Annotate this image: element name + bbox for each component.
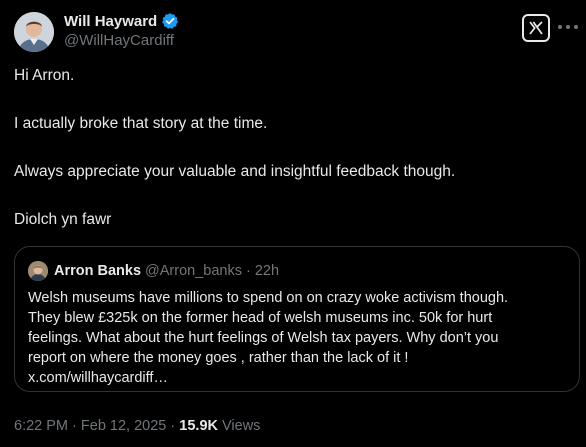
quote-link[interactable]: x.com/willhaycardiff… xyxy=(28,368,568,388)
more-dot xyxy=(558,25,562,29)
tweet-paragraph: Always appreciate your valuable and insi… xyxy=(14,163,456,180)
author-name[interactable]: Will Hayward xyxy=(64,13,157,30)
quote-timestamp[interactable]: 22h xyxy=(255,263,279,279)
author-name-row[interactable]: Will Hayward xyxy=(64,12,179,30)
tweet-paragraph: Hi Arron. xyxy=(14,67,75,84)
quote-text: Welsh museums have millions to spend on … xyxy=(28,288,568,388)
quote-author-name[interactable]: Arron Banks xyxy=(54,263,141,279)
post-time[interactable]: 6:22 PM xyxy=(14,418,68,434)
author-avatar[interactable] xyxy=(14,12,54,52)
quoted-tweet[interactable]: Arron Banks @Arron_banks · 22h Welsh mus… xyxy=(14,246,580,392)
meta-separator: · xyxy=(72,418,77,434)
views-count[interactable]: 15.9K xyxy=(179,418,218,434)
views-label: Views xyxy=(222,418,261,434)
x-logo-icon[interactable] xyxy=(522,14,550,42)
quote-line: Welsh museums have millions to spend on … xyxy=(28,290,509,306)
quote-line: feelings. What about the hurt feelings o… xyxy=(28,330,499,346)
tweet-paragraph: Diolch yn fawr xyxy=(14,211,112,228)
more-icon[interactable] xyxy=(558,20,578,34)
quote-line: report on where the money goes , rather … xyxy=(28,350,409,366)
tweet-paragraph: I actually broke that story at the time. xyxy=(14,115,268,132)
tweet-text: Hi Arron. I actually broke that story at… xyxy=(14,66,574,258)
author-handle[interactable]: @WillHayCardiff xyxy=(64,32,174,49)
more-dot xyxy=(574,25,578,29)
quote-author-handle[interactable]: @Arron_banks xyxy=(145,263,242,279)
more-dot xyxy=(566,25,570,29)
quote-header: Arron Banks @Arron_banks · 22h xyxy=(28,261,279,281)
verified-badge-icon xyxy=(161,12,179,30)
post-date[interactable]: Feb 12, 2025 xyxy=(81,418,166,434)
tweet-meta: 6:22 PM · Feb 12, 2025 · 15.9K Views xyxy=(14,418,260,434)
quote-avatar xyxy=(28,261,48,281)
quote-separator: · xyxy=(245,263,251,279)
quote-line: They blew £325k on the former head of we… xyxy=(28,310,493,326)
meta-separator: · xyxy=(170,418,176,434)
